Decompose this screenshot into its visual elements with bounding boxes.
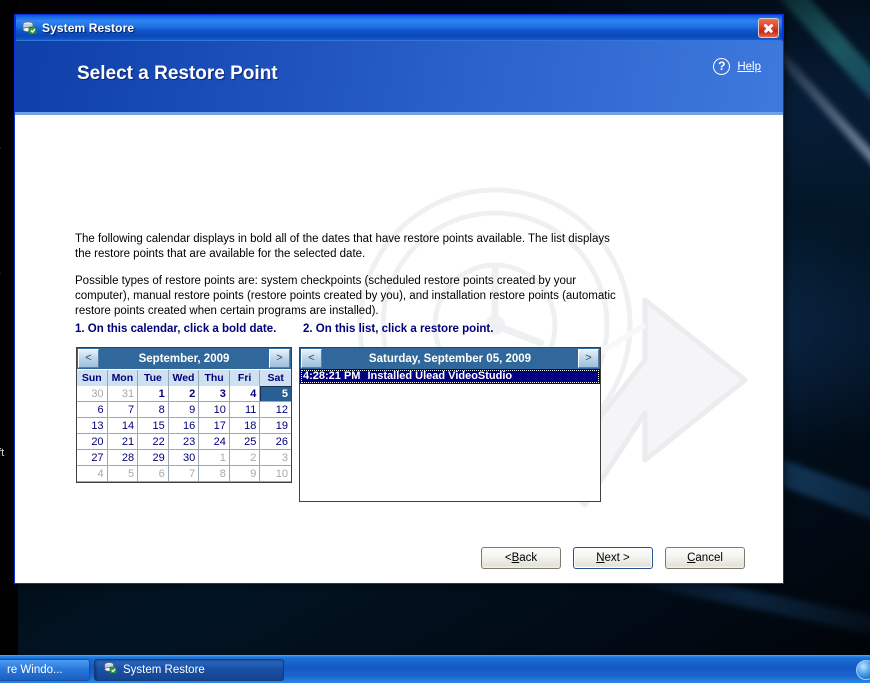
close-icon[interactable]	[758, 18, 779, 38]
help-link[interactable]: ? Help	[713, 58, 761, 75]
background-window-text: oft	[0, 447, 5, 459]
restore-point-item[interactable]: 4:28:21 PM Installed Ulead VideoStudio	[300, 369, 600, 384]
calendar-day[interactable]: 9	[168, 402, 200, 418]
restore-point-description: Installed Ulead VideoStudio	[367, 370, 513, 382]
calendar-day-header: Fri	[230, 370, 261, 386]
calendar-day[interactable]: 20	[77, 434, 108, 450]
system-restore-window: System Restore Select a Restore Point ? …	[14, 14, 784, 584]
restore-point-date-title: Saturday, September 05, 2009	[368, 352, 532, 365]
calendar-day[interactable]: 27	[77, 450, 108, 466]
dialog-body: The following calendar displays in bold …	[15, 115, 783, 581]
system-restore-icon	[21, 20, 37, 36]
taskbar-button-other-window[interactable]: re Windo...	[0, 658, 90, 681]
calendar-day-header: Wed	[169, 370, 200, 386]
calendar-day[interactable]: 4	[77, 466, 108, 482]
calendar-day[interactable]: 3	[199, 386, 230, 402]
blue-circle-icon[interactable]	[856, 660, 870, 680]
calendar-day-header: Sun	[77, 370, 108, 386]
calendar-day[interactable]: 17	[199, 418, 230, 434]
taskbar-button-label: re Windo...	[7, 663, 63, 676]
restore-point-header: < Saturday, September 05, 2009 >	[300, 348, 600, 369]
calendar-day[interactable]: 21	[107, 434, 139, 450]
page-title: Select a Restore Point	[77, 63, 278, 84]
calendar-day[interactable]: 14	[107, 418, 139, 434]
restore-point-prev-button[interactable]: <	[301, 349, 322, 368]
calendar-day[interactable]: 2	[168, 386, 200, 402]
title-bar[interactable]: System Restore	[15, 14, 783, 41]
calendar-day-header: Thu	[199, 370, 230, 386]
desktop: y ... ... - oft o System Restore Select …	[0, 0, 870, 683]
calendar-day-header: Mon	[108, 370, 139, 386]
calendar-month-title: September, 2009	[138, 352, 230, 365]
calendar-grid: 30 31 1 2 3 4 5 6 7 8 9 10 11 12 13 14 15 16 17 18 19 20 21 22 2…	[77, 386, 291, 482]
calendar-day[interactable]: 12	[260, 402, 291, 418]
calendar-day[interactable]: 7	[107, 402, 139, 418]
taskbar: re Windo... System Restore	[0, 655, 870, 683]
calendar-day-header: Tue	[138, 370, 169, 386]
calendar-day[interactable]: 1	[138, 386, 169, 402]
calendar-day[interactable]: 3	[260, 450, 291, 466]
calendar-day[interactable]: 30	[77, 386, 108, 402]
cancel-button[interactable]: Cancel	[665, 547, 745, 569]
window-title: System Restore	[42, 21, 135, 35]
calendar-day-header: Sat	[267, 372, 284, 384]
calendar-day[interactable]: 5	[107, 466, 139, 482]
calendar-next-month-button[interactable]: >	[269, 349, 290, 368]
restore-point-list[interactable]: 4:28:21 PM Installed Ulead VideoStudio	[300, 369, 600, 501]
calendar-day[interactable]: 22	[138, 434, 169, 450]
calendar-day[interactable]: 10	[260, 466, 291, 482]
step-1-label: 1. On this calendar, click a bold date.	[75, 323, 277, 335]
calendar-day[interactable]: 4	[229, 386, 261, 402]
calendar-day[interactable]: 13	[77, 418, 108, 434]
calendar-day[interactable]: 24	[199, 434, 230, 450]
restore-point-panel: < Saturday, September 05, 2009 > 4:28:21…	[299, 347, 601, 502]
calendar-prev-month-button[interactable]: <	[78, 349, 99, 368]
calendar-day[interactable]: 23	[168, 434, 200, 450]
calendar-day[interactable]: 19	[260, 418, 291, 434]
taskbar-button-label: System Restore	[123, 663, 205, 676]
intro-paragraph-1: The following calendar displays in bold …	[75, 233, 610, 260]
calendar-day[interactable]: 11	[229, 402, 261, 418]
calendar-day[interactable]: 8	[138, 402, 169, 418]
background-window-text: ...	[0, 140, 1, 152]
calendar-day[interactable]: 29	[138, 450, 169, 466]
restore-point-time: 4:28:21 PM	[303, 370, 361, 382]
banner: Select a Restore Point ? Help	[15, 41, 783, 115]
step-2-label: 2. On this list, click a restore point.	[303, 323, 494, 335]
restore-point-next-button[interactable]: >	[578, 349, 599, 368]
button-row: < Back Next > Cancel	[481, 547, 745, 569]
question-mark-icon: ?	[713, 58, 731, 75]
calendar-day[interactable]: 2	[229, 450, 261, 466]
background-window-text: ...	[0, 265, 1, 277]
calendar-day[interactable]: 7	[168, 466, 200, 482]
calendar-day[interactable]: 1	[199, 450, 230, 466]
calendar-day[interactable]: 6	[77, 402, 108, 418]
calendar-day[interactable]: 16	[168, 418, 200, 434]
calendar-day[interactable]: 30	[168, 450, 200, 466]
calendar-day[interactable]: 8	[199, 466, 230, 482]
help-label: Help	[737, 60, 761, 73]
calendar-day[interactable]: 25	[229, 434, 261, 450]
next-button[interactable]: Next >	[573, 547, 653, 569]
calendar-day[interactable]: 10	[199, 402, 230, 418]
calendar-day[interactable]: 31	[107, 386, 139, 402]
calendar-header: < September, 2009 >	[77, 348, 291, 370]
calendar-day[interactable]: 18	[229, 418, 261, 434]
calendar-day[interactable]: 26	[260, 434, 291, 450]
taskbar-button-system-restore[interactable]: System Restore	[94, 658, 284, 681]
calendar-day[interactable]: 15	[138, 418, 169, 434]
calendar-day[interactable]: 6	[138, 466, 169, 482]
calendar[interactable]: < September, 2009 > Sun Mon Tue Wed Thu …	[76, 347, 292, 483]
back-button[interactable]: < Back	[481, 547, 561, 569]
system-restore-icon	[103, 661, 117, 678]
calendar-day[interactable]: 28	[107, 450, 139, 466]
calendar-day-headers: Sun Mon Tue Wed Thu Fri Sat	[77, 370, 291, 386]
calendar-day[interactable]: 5	[260, 386, 291, 402]
intro-paragraph-2: Possible types of restore points are: sy…	[75, 275, 616, 317]
calendar-day[interactable]: 9	[229, 466, 261, 482]
